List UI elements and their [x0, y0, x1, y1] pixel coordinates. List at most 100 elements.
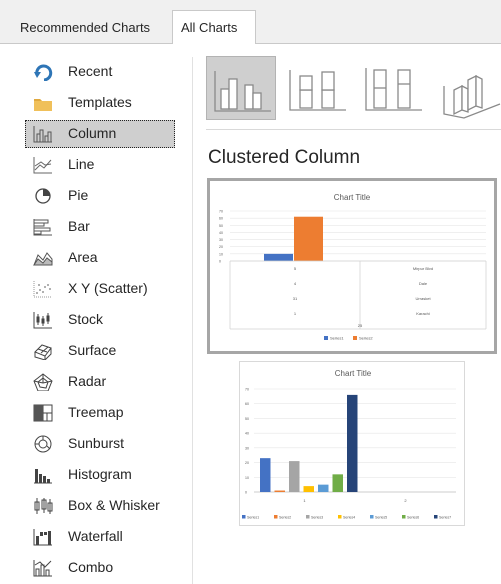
y-tick-label: 50 — [245, 417, 249, 421]
y-tick-label: 60 — [245, 402, 249, 406]
sidebar-item-label: Stock — [68, 311, 104, 327]
sidebar-item-label: Line — [68, 156, 95, 172]
bar-series1 — [264, 253, 293, 261]
surface-chart-icon — [33, 342, 53, 361]
radar-chart-icon — [33, 373, 53, 392]
sidebar-divider — [192, 57, 193, 584]
category-label: 31 — [293, 296, 298, 301]
sidebar-item-label: Treemap — [68, 404, 124, 420]
sidebar-item-label: Sunburst — [68, 435, 125, 451]
y-tick-label: 40 — [245, 432, 249, 436]
sidebar-item-bar[interactable]: Bar — [25, 213, 180, 241]
category-label: 1 — [294, 311, 297, 316]
bar-series4 — [303, 486, 314, 492]
y-tick-label: 70 — [219, 210, 223, 214]
sidebar-item-box-whisker[interactable]: Box & Whisker — [25, 492, 180, 520]
sidebar-item-histogram[interactable]: Histogram — [25, 461, 180, 489]
legend-label: Series2 — [279, 515, 291, 519]
sidebar-item-stock[interactable]: Stock — [25, 306, 180, 334]
sidebar-item-templates[interactable]: Templates — [25, 89, 180, 117]
tab-recommended-charts[interactable]: Recommended Charts — [12, 13, 172, 43]
chart-preview-1-plot: Chart Title 70 60 50 40 30 20 10 0 5 Mirpur Blvd 4 D… — [219, 193, 487, 341]
bar-chart-icon — [33, 218, 53, 236]
sidebar-item-recent[interactable]: Recent — [25, 58, 180, 86]
bar-series7 — [347, 394, 358, 492]
legend-swatch — [353, 336, 357, 340]
chart-preview-2[interactable]: Chart Title 70 60 50 40 30 20 10 0 1 2 Series1 Serie… — [239, 361, 465, 526]
chart-type-title: Clustered Column — [208, 147, 361, 168]
sidebar-item-area[interactable]: Area — [25, 244, 180, 272]
tab-all-charts[interactable]: All Charts — [172, 10, 256, 44]
y-tick-label: 30 — [245, 446, 249, 450]
legend-label: Series3 — [311, 515, 323, 519]
histogram-chart-icon — [33, 466, 53, 484]
sidebar-item-label: Surface — [68, 342, 117, 358]
bar-series3 — [289, 461, 300, 492]
y-tick-label: 10 — [219, 252, 223, 256]
subtype-3d-clustered-column[interactable] — [434, 56, 501, 120]
folder-icon — [33, 94, 53, 112]
waterfall-chart-icon — [33, 528, 53, 546]
clustered-column-icon — [214, 71, 271, 112]
sidebar-item-label: X Y (Scatter) — [68, 280, 148, 296]
sidebar-item-label: Box & Whisker — [68, 497, 160, 513]
chart-preview-2-plot: Chart Title 70 60 50 40 30 20 10 0 1 2 Series1 Serie… — [242, 369, 456, 519]
sidebar-item-label: Waterfall — [68, 528, 123, 544]
stock-chart-icon — [33, 311, 53, 329]
dialog-tab-bar: Recommended Charts All Charts — [0, 0, 501, 44]
category-label: 2 — [404, 498, 407, 503]
y-tick-label: 10 — [245, 476, 249, 480]
sidebar-item-x-y-scatter[interactable]: X Y (Scatter) — [25, 275, 180, 303]
sidebar-item-surface[interactable]: Surface — [25, 337, 180, 365]
chart-title: Chart Title — [335, 369, 372, 378]
recent-icon — [33, 63, 53, 82]
percent-stacked-column-icon — [365, 68, 422, 111]
category-label: 1 — [303, 498, 306, 503]
legend-label: Series5 — [375, 515, 387, 519]
legend-swatch — [274, 515, 278, 519]
y-tick-label: 0 — [245, 491, 247, 495]
bar-series2 — [294, 216, 323, 261]
sidebar-item-line[interactable]: Line — [25, 151, 180, 179]
sidebar-item-label: Recent — [68, 63, 113, 79]
sidebar-item-column[interactable]: Column — [25, 120, 175, 148]
sidebar-item-label: Area — [68, 249, 98, 265]
legend-swatch — [306, 515, 310, 519]
subtype-100-stacked-column[interactable] — [358, 56, 428, 120]
y-tick-label: 0 — [219, 260, 221, 264]
sidebar-item-treemap[interactable]: Treemap — [25, 399, 180, 427]
y-tick-label: 60 — [219, 217, 223, 221]
treemap-chart-icon — [33, 404, 53, 422]
y-tick-label: 50 — [219, 224, 223, 228]
sidebar-item-pie[interactable]: Pie — [25, 182, 180, 210]
subtype-stacked-column[interactable] — [282, 56, 352, 120]
chart-preview-1[interactable]: Chart Title 70 60 50 40 30 20 10 0 5 Mirpur Blvd 4 D… — [207, 178, 497, 354]
chart-title: Chart Title — [334, 193, 371, 202]
sidebar-item-label: Histogram — [68, 466, 132, 482]
subtype-clustered-column[interactable] — [206, 56, 276, 120]
category-label-bottom: 25 — [358, 323, 363, 328]
sidebar-item-label: Templates — [68, 94, 132, 110]
sidebar-item-label: Pie — [68, 187, 89, 203]
sidebar-item-label: Radar — [68, 373, 107, 389]
legend-swatch — [324, 336, 328, 340]
sidebar-item-sunburst[interactable]: Sunburst — [25, 430, 180, 458]
category-label-right: Urrasket — [415, 296, 431, 301]
y-tick-label: 70 — [245, 388, 249, 392]
sidebar-item-combo[interactable]: Combo — [25, 554, 180, 582]
sidebar-item-radar[interactable]: Radar — [25, 368, 180, 396]
line-chart-icon — [33, 156, 53, 174]
stacked-column-icon — [289, 70, 346, 111]
legend-label: Series2 — [359, 336, 373, 341]
category-label-right: Mirpur Blvd — [413, 266, 433, 271]
legend-label: Series4 — [343, 515, 355, 519]
legend-swatch — [434, 515, 438, 519]
legend-swatch — [370, 515, 374, 519]
box-whisker-chart-icon — [33, 497, 53, 515]
sidebar-item-waterfall[interactable]: Waterfall — [25, 523, 180, 551]
sidebar-item-label: Column — [68, 125, 117, 141]
chart-subtype-gallery — [206, 54, 501, 124]
legend-label: Series6 — [407, 515, 419, 519]
combo-chart-icon — [33, 559, 53, 577]
legend-label: Series7 — [439, 515, 451, 519]
